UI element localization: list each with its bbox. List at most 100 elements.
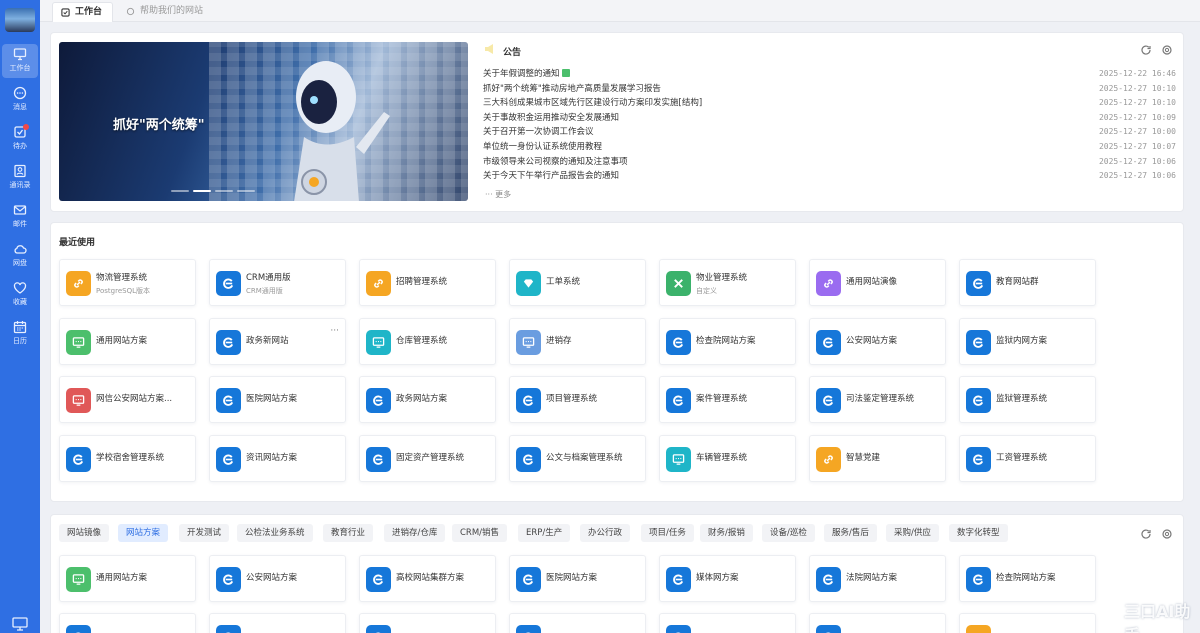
app-card[interactable]: 检查院网站方案 xyxy=(659,317,796,365)
app-card[interactable]: 智慧党建 xyxy=(809,434,946,482)
settings-icon[interactable] xyxy=(1161,44,1173,56)
category-tab[interactable]: 办公行政 xyxy=(580,524,631,542)
app-card[interactable]: CRM通用版 CRM通用版 xyxy=(209,259,346,306)
more-options-icon[interactable]: ··· xyxy=(330,326,339,336)
notice-item[interactable]: 关于召开第一次协调工作会议 2025-12-27 10:00 xyxy=(483,125,1176,139)
app-icon xyxy=(666,625,691,633)
refresh-icon[interactable] xyxy=(1140,44,1152,56)
app-card[interactable]: 物流管理系统 PostgreSQL版本 xyxy=(59,259,196,306)
app-card[interactable]: 工资管理系统 xyxy=(959,434,1096,482)
app-card[interactable] xyxy=(59,613,196,633)
app-card[interactable]: 学校宿舍管理系统 xyxy=(59,434,196,482)
notice-item[interactable]: 抓好"两个统筹"推动房地产高质量发展学习报告 2025-12-27 10:10 xyxy=(483,82,1176,96)
sidebar-item[interactable]: 收藏 xyxy=(2,278,38,312)
category-tab[interactable]: 数字化转型 xyxy=(949,524,1008,542)
app-card[interactable]: 物业管理系统 自定义 xyxy=(659,259,796,306)
app-card[interactable]: 检查院网站方案 xyxy=(959,555,1096,602)
monitor-icon[interactable] xyxy=(12,617,28,631)
app-card[interactable]: 政务网站方案 xyxy=(359,376,496,423)
more-link[interactable]: ··· 更多 xyxy=(485,189,511,200)
app-card[interactable]: 政务新网站 ··· xyxy=(209,317,346,365)
banner-carousel[interactable]: 抓好"两个统筹" xyxy=(59,42,468,201)
app-icon xyxy=(516,329,541,355)
app-card[interactable]: 通用网站方案 xyxy=(59,555,196,602)
app-card[interactable]: 公安网站方案 xyxy=(809,317,946,365)
app-card[interactable]: 媒体网方案 xyxy=(659,555,796,602)
app-card[interactable]: 公文与档案管理系统 xyxy=(509,434,646,482)
sidebar-item[interactable]: 待办 xyxy=(2,122,38,156)
carousel-dot[interactable] xyxy=(215,190,233,192)
category-tab[interactable]: CRM/销售 xyxy=(452,524,508,542)
app-card[interactable]: 高校网站集群方案 xyxy=(359,555,496,602)
category-tab[interactable]: 网站镜像 xyxy=(59,524,110,542)
screen-icon xyxy=(372,336,385,348)
notice-item[interactable]: 关于年假调整的通知 2025-12-22 16:46 xyxy=(483,67,1176,81)
app-card[interactable]: 网信公安网站方案... xyxy=(59,376,196,423)
app-card[interactable]: 司法鉴定管理系统 xyxy=(809,376,946,423)
tab-help[interactable]: 帮助我们的网站 xyxy=(118,2,213,22)
app-card[interactable]: 进销存 xyxy=(509,317,646,365)
sidebar-item[interactable]: 工作台 xyxy=(2,44,38,78)
app-card[interactable]: 法院网站方案 xyxy=(809,555,946,602)
category-tab[interactable]: 财务/报销 xyxy=(700,524,753,542)
app-card[interactable]: 医院网站方案 xyxy=(209,376,346,423)
app-subtitle: CRM通用版 xyxy=(246,287,283,295)
category-tab[interactable]: 进销存/仓库 xyxy=(384,524,446,542)
app-card[interactable]: 监狱管理系统 xyxy=(959,376,1096,423)
app-card[interactable]: 工单系统 xyxy=(509,259,646,306)
app-card[interactable] xyxy=(659,613,796,633)
notice-item[interactable]: 市级领导来公司视察的通知及注意事项 2025-12-27 10:06 xyxy=(483,155,1176,169)
app-card[interactable]: 公安网站方案 xyxy=(209,555,346,602)
sidebar-item[interactable]: 日历 xyxy=(2,317,38,351)
category-tab[interactable]: 服务/售后 xyxy=(824,524,877,542)
app-card[interactable] xyxy=(209,613,346,633)
monitor-icon xyxy=(13,48,27,61)
notice-item[interactable]: 关于事故积金运用推动安全发展通知 2025-12-27 10:09 xyxy=(483,111,1176,125)
announcement-icon xyxy=(485,44,493,54)
category-tab[interactable]: 采购/供应 xyxy=(886,524,939,542)
refresh-icon[interactable] xyxy=(1140,528,1152,540)
app-card[interactable]: 固定资产管理系统 xyxy=(359,434,496,482)
e-icon xyxy=(973,395,984,406)
sidebar-item[interactable]: 通讯录 xyxy=(2,161,38,195)
app-card[interactable] xyxy=(509,613,646,633)
category-tab[interactable]: ERP/生产 xyxy=(518,524,571,542)
tab-workbench[interactable]: 工作台 xyxy=(52,2,114,22)
category-tab[interactable]: 公检法业务系统 xyxy=(237,524,313,542)
category-tab[interactable]: 网站方案 xyxy=(118,524,169,542)
category-tab[interactable]: 开发测试 xyxy=(179,524,230,542)
category-tab[interactable]: 项目/任务 xyxy=(641,524,694,542)
app-card[interactable]: 项目管理系统 xyxy=(509,376,646,423)
app-logo[interactable] xyxy=(5,8,35,32)
app-card[interactable] xyxy=(809,613,946,633)
e-icon xyxy=(973,454,984,465)
app-card[interactable] xyxy=(959,613,1096,633)
carousel-dot[interactable] xyxy=(193,190,211,192)
notice-item[interactable]: 单位统一身份认证系统使用教程 2025-12-27 10:07 xyxy=(483,140,1176,154)
app-card[interactable]: 监狱内网方案 xyxy=(959,317,1096,365)
app-card[interactable]: 通用网站方案 xyxy=(59,317,196,365)
app-card[interactable]: 招聘管理系统 xyxy=(359,259,496,306)
app-card[interactable]: 医院网站方案 xyxy=(509,555,646,602)
app-card[interactable]: 车辆管理系统 xyxy=(659,434,796,482)
notice-item[interactable]: 关于今天下午举行产品报告会的通知 2025-12-27 10:06 xyxy=(483,169,1176,183)
notice-item[interactable]: 三大科创成果城市区域先行区建设行动方案印发实施[结构] 2025-12-27 10… xyxy=(483,96,1176,110)
app-name: 公文与档案管理系统 xyxy=(546,452,623,463)
sidebar-item[interactable]: 消息 xyxy=(2,83,38,117)
settings-icon[interactable] xyxy=(1161,528,1173,540)
tab-bar: 工作台 帮助我们的网站 xyxy=(40,0,1200,22)
carousel-dot[interactable] xyxy=(237,190,255,192)
app-card[interactable]: 通用网站演像 xyxy=(809,259,946,306)
category-tab[interactable]: 教育行业 xyxy=(323,524,374,542)
carousel-dot[interactable] xyxy=(171,190,189,192)
app-card[interactable]: 仓库管理系统 xyxy=(359,317,496,365)
sidebar-item[interactable]: 网盘 xyxy=(2,239,38,273)
app-name: 仓库管理系统 xyxy=(396,335,448,346)
category-tab[interactable]: 设备/巡检 xyxy=(762,524,815,542)
app-card[interactable] xyxy=(359,613,496,633)
app-subtitle: 自定义 xyxy=(696,287,717,295)
app-card[interactable]: 资讯网站方案 xyxy=(209,434,346,482)
app-card[interactable]: 案件管理系统 xyxy=(659,376,796,423)
sidebar-item[interactable]: 邮件 xyxy=(2,200,38,234)
app-card[interactable]: 教育网站群 xyxy=(959,259,1096,306)
